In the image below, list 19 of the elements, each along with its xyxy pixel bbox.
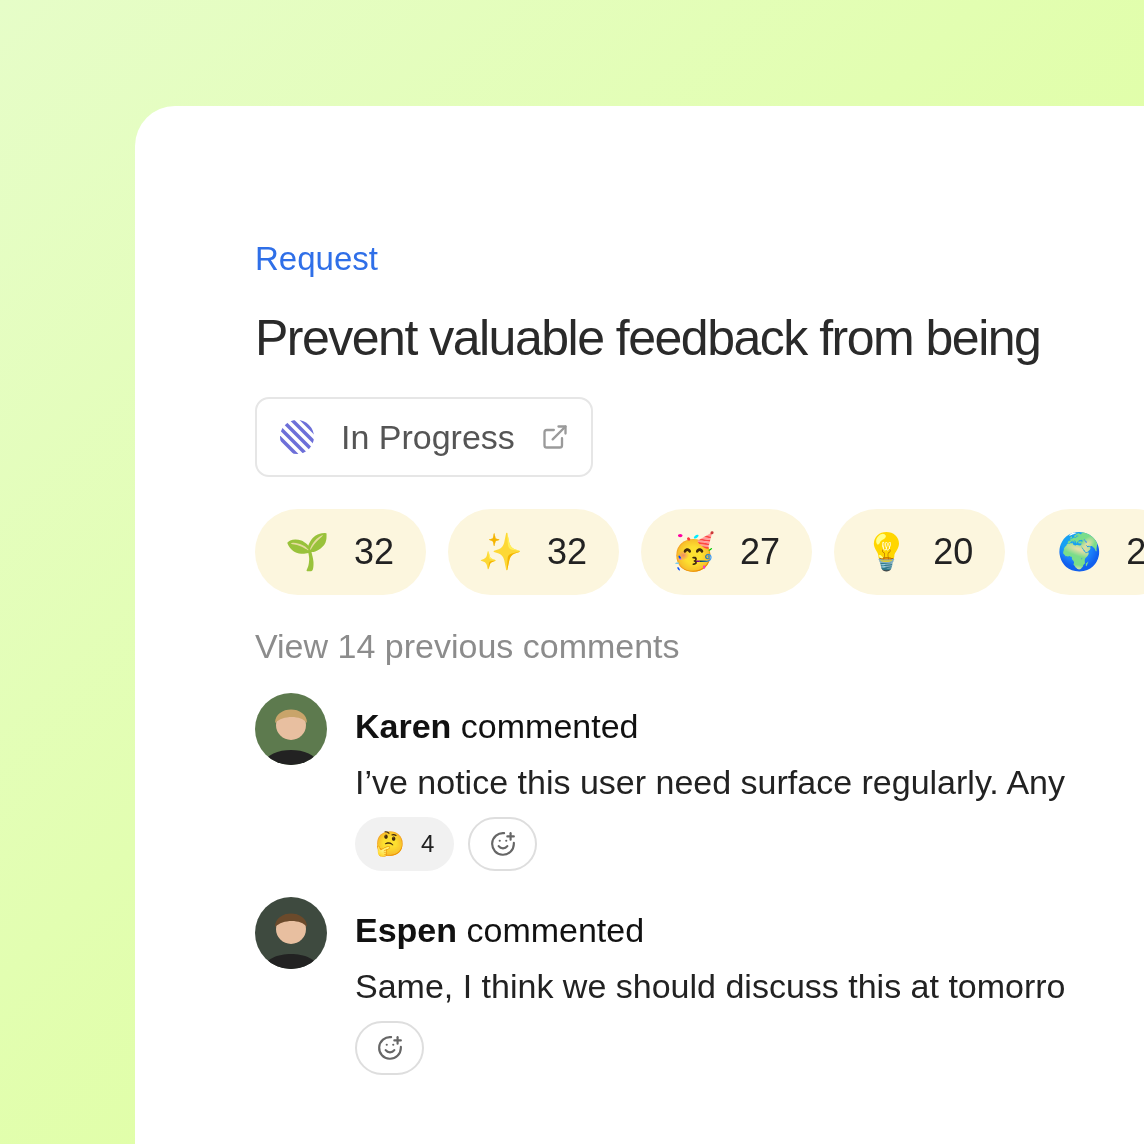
reaction-pill[interactable]: 🌱 32 [255, 509, 427, 595]
smile-plus-icon [376, 1035, 403, 1061]
status-button[interactable]: In Progress [255, 397, 593, 477]
reaction-pill[interactable]: ✨ 32 [448, 509, 620, 595]
comment-text: Same, I think we should discuss this at tomorro [355, 969, 1066, 1003]
status-icon [279, 419, 315, 455]
comment-header: Karen commented [355, 709, 640, 743]
reaction-pill[interactable]: 💡 20 [834, 509, 1006, 595]
reaction-pill[interactable]: 🤔 4 [355, 817, 455, 871]
comment-header: Espen commented [355, 913, 646, 947]
request-title: Prevent valuable feedback from being [255, 313, 1042, 363]
add-reaction-button[interactable] [468, 817, 538, 871]
category-label: Request [255, 242, 379, 275]
reaction-pill[interactable]: 🌍 2 [1027, 509, 1144, 595]
reaction-pill[interactable]: 🥳 27 [641, 509, 813, 595]
comment-text: I’ve notice this user need surface regularly. Any [355, 765, 1065, 799]
external-link-icon [540, 423, 569, 451]
add-reaction-button[interactable] [355, 1021, 424, 1075]
smile-plus-icon [489, 831, 516, 857]
